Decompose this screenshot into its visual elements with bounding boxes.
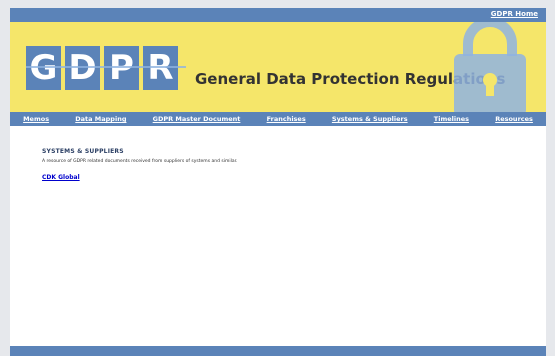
page-frame: GDPR Home G D P R General Data Protectio…: [10, 8, 546, 356]
nav-item-systems-suppliers[interactable]: Systems & Suppliers: [332, 115, 408, 123]
nav-item-memos[interactable]: Memos: [23, 115, 49, 123]
logo-letter-p: P: [104, 46, 139, 90]
gdpr-home-link[interactable]: GDPR Home: [491, 10, 538, 18]
nav-item-timelines[interactable]: Timelines: [434, 115, 469, 123]
nav-item-data-mapping[interactable]: Data Mapping: [75, 115, 126, 123]
logo-circuit-line: [26, 66, 186, 68]
main-content: SYSTEMS & SUPPLIERS A resource of GDPR r…: [42, 148, 237, 183]
nav-item-franchises[interactable]: Franchises: [267, 115, 306, 123]
padlock-icon: [454, 22, 526, 112]
nav-item-gdpr-master-document[interactable]: GDPR Master Document: [153, 115, 241, 123]
banner: G D P R General Data Protection Regulati…: [10, 22, 546, 112]
section-description: A resource of GDPR related documents rec…: [42, 159, 238, 164]
logo-letter-d: D: [65, 46, 100, 90]
section-title: SYSTEMS & SUPPLIERS: [42, 148, 124, 155]
logo-letter-g: G: [26, 46, 61, 90]
top-bar: GDPR Home: [10, 8, 546, 22]
main-nav: Memos Data Mapping GDPR Master Document …: [10, 112, 546, 126]
footer-bar: [10, 346, 546, 356]
gdpr-logo: G D P R: [26, 46, 178, 90]
cdk-global-link[interactable]: CDK Global: [42, 174, 80, 181]
logo-letter-r: R: [143, 46, 178, 90]
nav-item-resources[interactable]: Resources: [495, 115, 533, 123]
